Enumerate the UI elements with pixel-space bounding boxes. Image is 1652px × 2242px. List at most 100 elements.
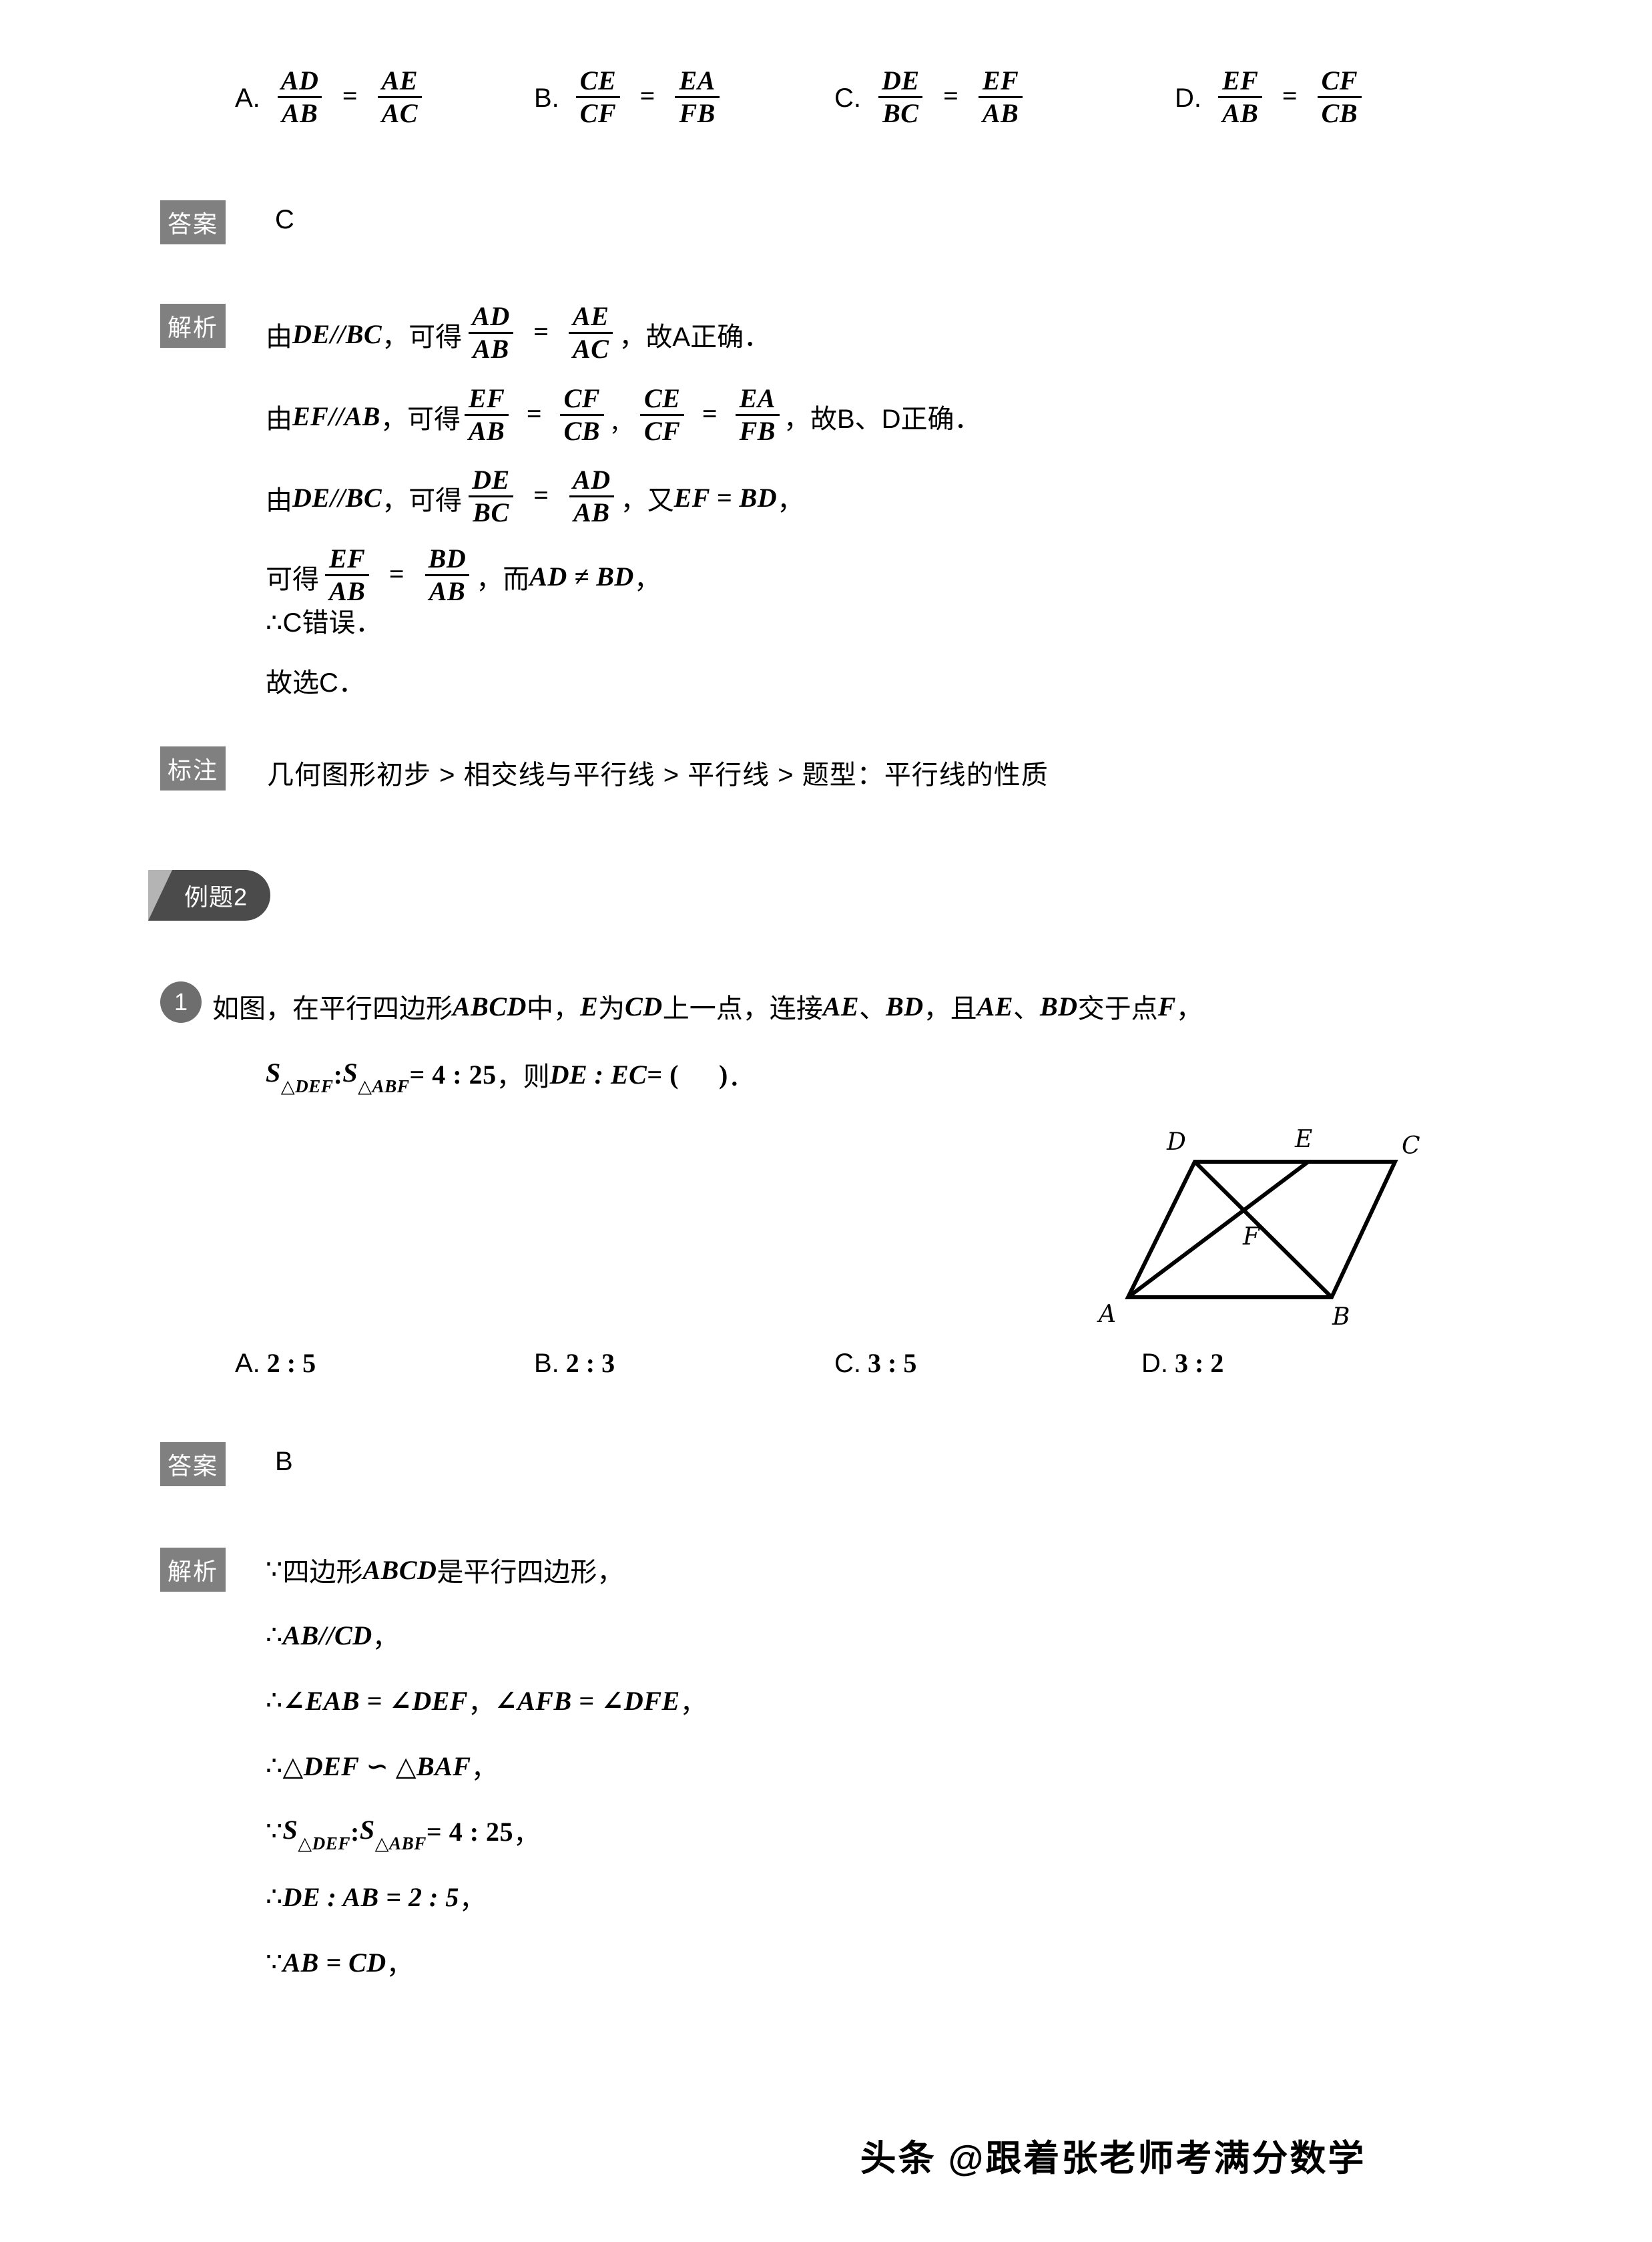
q2-line5-area-s1: S△DEF: [282, 1814, 351, 1854]
q2-line2-parallel: AB//CD: [282, 1620, 372, 1650]
stem-segment-ae: AE: [822, 991, 860, 1022]
q2-line5-tail: ，: [513, 1819, 541, 1849]
stem-text-1: 如图，在平行四边形: [212, 994, 453, 1024]
therefore-symbol: ∴: [266, 1751, 283, 1781]
analysis-q1-line-5: ∴C错误．: [266, 608, 382, 638]
stem-area-s1: S△DEF: [266, 1057, 334, 1097]
line2-prefix: 由: [266, 404, 292, 434]
stem-text-3: 为: [598, 994, 625, 1024]
q2-line1-text-2: 是平行四边形，: [437, 1558, 624, 1587]
equals-sign: =: [533, 479, 549, 510]
stem-area-s1-sub: △DEF: [280, 1076, 334, 1097]
option-a-numerator-2: AE: [381, 65, 419, 95]
line3-parallel-rel: DE//BC: [292, 483, 382, 513]
stem-then-text: ，则: [496, 1062, 550, 1092]
q2-option-c[interactable]: C. 3 : 5: [834, 1347, 916, 1379]
tag-chip-q1: 标注: [160, 746, 226, 791]
q2-line5-colon: :: [350, 1816, 360, 1847]
option-a-numerator-1: AD: [280, 65, 319, 95]
option-b-numerator-2: EA: [679, 65, 716, 95]
q2-line5-s2-sub: △ABF: [374, 1833, 427, 1854]
q2-line5-s1-sub: △DEF: [298, 1833, 351, 1854]
line3-middle: ，又: [620, 485, 674, 515]
option-a-expression: AD AB = AE AC: [271, 65, 428, 129]
stem-enum-2: 、: [1013, 994, 1040, 1024]
line2-comma: ，: [609, 411, 632, 437]
footer-watermark-text: 头条 @跟着张老师考满分数学: [860, 2139, 1366, 2179]
option-a-label: A.: [235, 83, 260, 113]
line1-connector: ，可得: [382, 322, 463, 352]
line4-prefix: 可得: [266, 564, 319, 594]
option-c[interactable]: C. DE BC = EF AB: [834, 65, 1029, 129]
equals-sign: =: [943, 80, 959, 111]
option-c-expression: DE BC = EF AB: [872, 65, 1029, 129]
analysis-q2-line-4: ∴ △DEF ∽ △BAF ，: [266, 1747, 498, 1785]
line3-connector: ，可得: [382, 485, 463, 515]
analysis-q1-line-2: 由 EF//AB ，可得 EF AB = CF CB ， CE CF = EA …: [266, 383, 981, 447]
stem-segment-bd-2: BD: [1040, 991, 1078, 1022]
option-d-denominator-2: CB: [1317, 96, 1362, 128]
stem-period: ．: [728, 1062, 755, 1092]
option-d-numerator-2: CF: [1321, 65, 1358, 95]
q2-option-b-value: 2 : 3: [565, 1348, 615, 1378]
stem-text-4: 上一点，连接: [662, 994, 823, 1024]
q2-line6-tail: ，: [459, 1885, 486, 1914]
because-symbol: ∵: [266, 1817, 283, 1846]
analysis-q1-line-1: 由 DE//BC ，可得 AD AB = AE AC ，故A正确．: [266, 302, 770, 365]
q2-line2-tail: ，: [372, 1623, 399, 1652]
stem-de-ec-ratio: DE : EC: [549, 1059, 647, 1090]
equals-sign: =: [639, 80, 655, 111]
q2-option-c-label: C.: [834, 1349, 861, 1378]
stem-abcd: ABCD: [453, 991, 527, 1022]
line2-num-3: CE: [643, 383, 681, 413]
stem-enum-1: 、: [859, 994, 886, 1024]
q2-line1-abcd: ABCD: [362, 1554, 437, 1585]
option-d-label: D.: [1175, 83, 1201, 113]
stem-point-e: E: [579, 991, 599, 1022]
line2-num-1: EF: [468, 383, 505, 413]
answer-chip-q2: 答案: [160, 1442, 226, 1486]
q2-option-a[interactable]: A. 2 : 5: [235, 1347, 316, 1379]
line4-inequality: AD ≠ BD: [529, 562, 634, 592]
parallelogram-svg: D E C F A B: [1097, 1126, 1420, 1331]
line1-parallel-rel: DE//BC: [292, 319, 382, 349]
line3-equation: EF = BD: [673, 483, 778, 513]
example2-banner: 例题2: [148, 870, 271, 921]
line3-num-1: DE: [472, 465, 510, 495]
line1-prefix: 由: [266, 322, 292, 352]
stem-segment-bd: BD: [886, 991, 924, 1022]
line2-num-4: EA: [739, 383, 776, 413]
answer-value-q1: C: [275, 205, 294, 234]
option-d-denominator-1: AB: [1218, 96, 1263, 128]
option-b[interactable]: B. CE CF = EA FB: [534, 65, 726, 129]
stem-ratio-colon-1: :: [333, 1059, 343, 1090]
q2-option-d[interactable]: D. 3 : 2: [1141, 1347, 1223, 1379]
parallelogram-figure: D E C F A B: [1068, 1102, 1442, 1331]
option-a[interactable]: A. AD AB = AE AC: [235, 65, 428, 129]
stem-text-2: 中，: [526, 994, 580, 1024]
question-number-badge: 1: [160, 981, 202, 1023]
stem-area-s2-sub: △ABF: [358, 1076, 410, 1097]
tag-breadcrumb-q1: 几何图形初步 > 相交线与平行线 > 平行线 > 题型：平行线的性质: [267, 760, 1049, 790]
line3-num-2: AD: [573, 465, 611, 495]
equals-sign: =: [702, 398, 718, 429]
q2-line3-angle-eq-2: ∠AFB = ∠DFE: [495, 1685, 680, 1716]
line2-den-2: CB: [559, 414, 604, 445]
option-b-numerator-1: CE: [579, 65, 617, 95]
q2-line4-similar-triangles: △DEF ∽ △BAF: [282, 1751, 471, 1781]
analysis-q1-line-3: 由 DE//BC ，可得 DE BC = AD AB ，又 EF = BD ，: [266, 465, 804, 528]
stem-point-f: F: [1157, 991, 1176, 1022]
option-c-label: C.: [834, 83, 861, 113]
option-d[interactable]: D. EF AB = CF CB: [1175, 65, 1368, 129]
option-c-denominator-1: BC: [878, 96, 923, 128]
label-b: B: [1332, 1303, 1350, 1329]
option-c-numerator-2: EF: [982, 65, 1019, 95]
line2-den-1: AB: [464, 414, 509, 445]
option-a-denominator-1: AB: [277, 96, 322, 128]
q2-option-b[interactable]: B. 2 : 3: [534, 1347, 615, 1379]
q2-option-a-value: 2 : 5: [266, 1348, 316, 1378]
q2-line3-angle-eq-1: ∠EAB = ∠DEF: [282, 1685, 469, 1716]
line3-den-1: BC: [469, 495, 513, 527]
q2-option-a-label: A.: [235, 1349, 260, 1378]
q2-option-d-value: 3 : 2: [1175, 1348, 1224, 1378]
